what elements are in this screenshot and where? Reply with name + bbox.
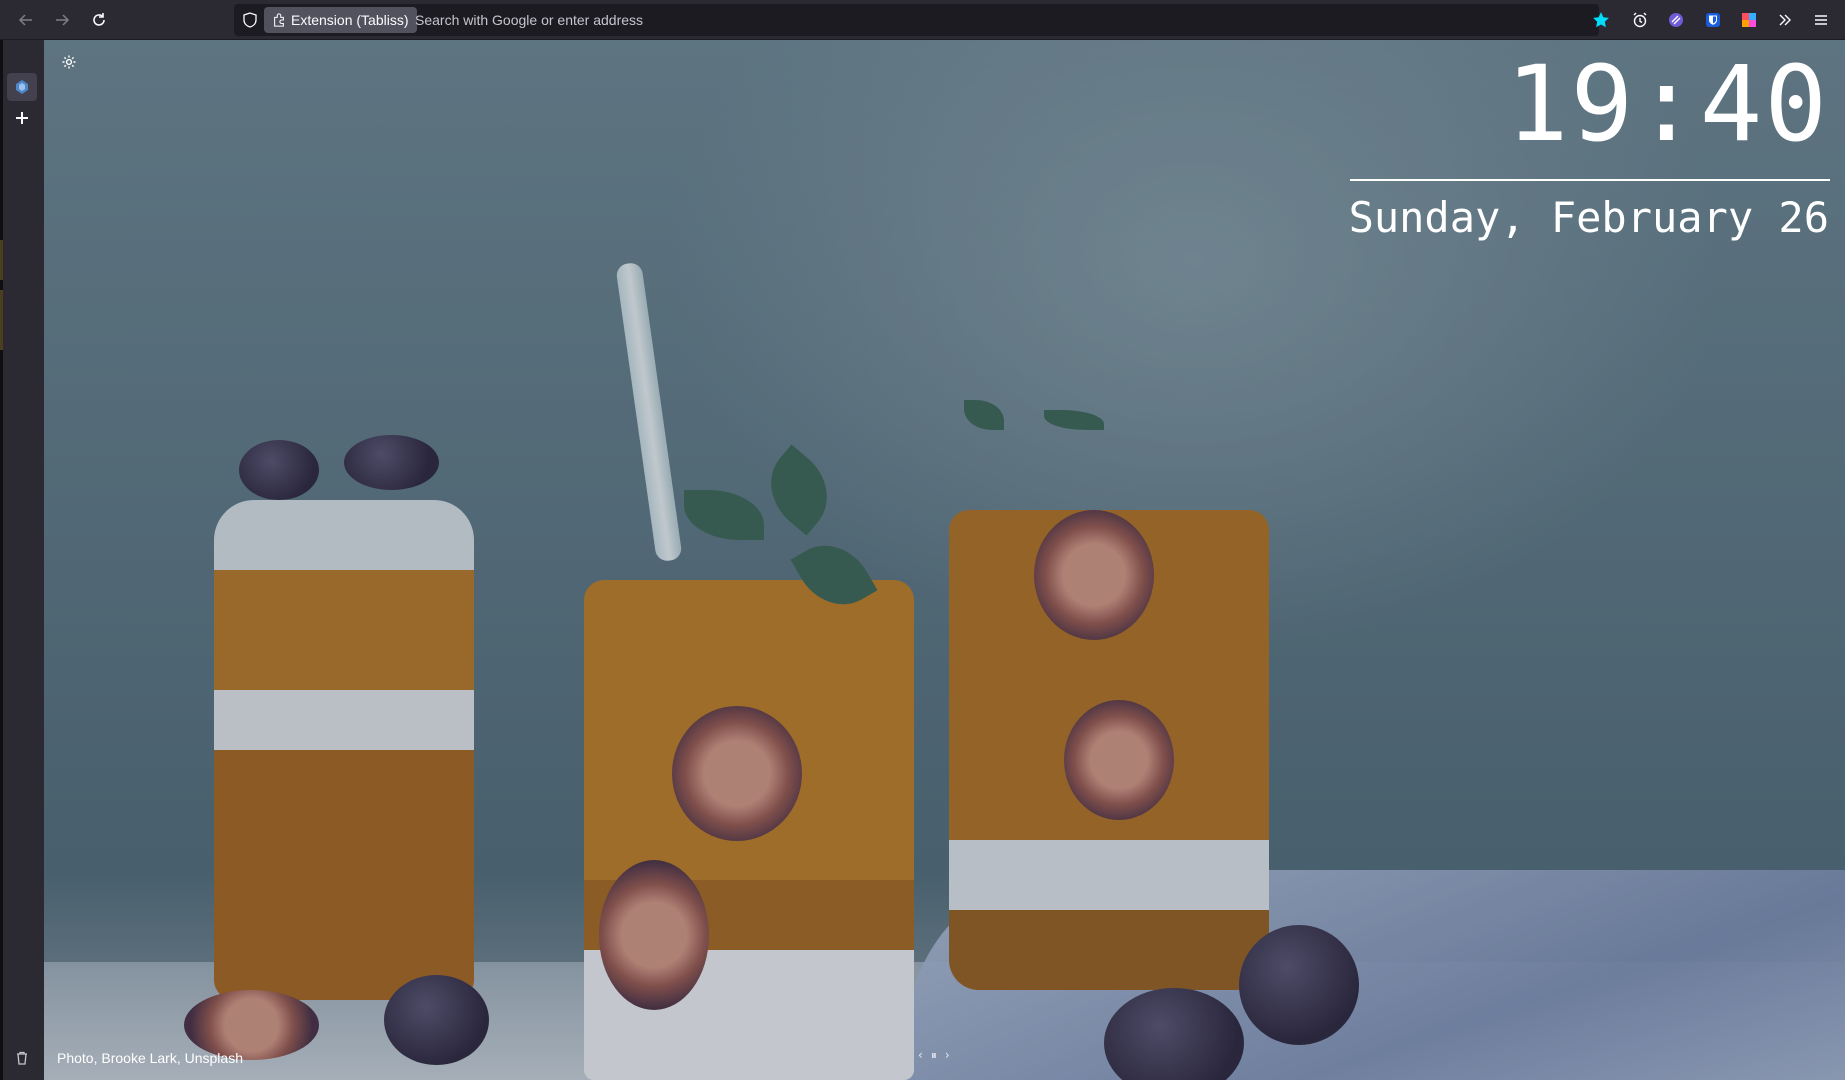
address-placeholder[interactable]: Search with Google or enter address (415, 12, 643, 28)
overflow-chevrons-icon (1779, 14, 1791, 26)
tabliss-settings-button[interactable] (61, 54, 77, 70)
window-edge (0, 40, 3, 1080)
address-bar[interactable]: Extension (Tabliss) Search with Google o… (234, 4, 1599, 36)
sidebar-new-tab-button[interactable] (7, 104, 37, 132)
bitwarden-button[interactable] (1701, 8, 1725, 32)
extension-identity-chip[interactable]: Extension (Tabliss) (264, 7, 417, 33)
alarm-extension-button[interactable] (1628, 8, 1652, 32)
arrow-left-icon (18, 14, 32, 26)
multi-account-containers-icon (1742, 13, 1756, 27)
back-button[interactable] (14, 8, 38, 32)
previous-photo-button[interactable]: ‹ (918, 1048, 923, 1063)
containers-button[interactable] (1737, 8, 1761, 32)
extension-chip-label: Extension (Tabliss) (291, 12, 409, 28)
alarm-clock-icon (1633, 12, 1647, 28)
pause-photo-button[interactable]: ⏸ (931, 1048, 937, 1063)
plus-icon (16, 112, 28, 124)
clock-widget: 19:40 (1505, 43, 1829, 165)
arrow-right-icon (56, 14, 70, 26)
clock-divider (1350, 179, 1830, 181)
date-widget: Sunday, February 26 (1348, 193, 1829, 242)
reload-button[interactable] (87, 8, 111, 32)
sidebar-trash-button[interactable] (7, 1044, 37, 1072)
gear-icon (62, 55, 76, 69)
app-menu-button[interactable] (1809, 8, 1833, 32)
overflow-button[interactable] (1773, 8, 1797, 32)
tabliss-icon (16, 80, 28, 94)
browser-toolbar: Extension (Tabliss) Search with Google o… (0, 0, 1845, 40)
star-icon (1593, 12, 1609, 28)
vertical-tabs-sidebar (0, 40, 45, 1080)
purple-extension-button[interactable] (1664, 8, 1688, 32)
forward-button[interactable] (50, 8, 74, 32)
reload-icon (93, 13, 105, 26)
hamburger-menu-icon (1815, 15, 1827, 25)
bookmark-star-button[interactable] (1589, 8, 1613, 32)
photo-navigation: ‹ ⏸ › (918, 1048, 950, 1063)
shield-icon[interactable] (242, 12, 258, 32)
trash-icon (17, 1051, 27, 1065)
sidebar-tab-tabliss[interactable] (7, 73, 37, 101)
extension-puzzle-icon (274, 13, 284, 27)
next-photo-button[interactable]: › (945, 1048, 950, 1063)
extension-purple-icon (1669, 13, 1683, 27)
photo-credit[interactable]: Photo, Brooke Lark, Unsplash (57, 1050, 243, 1066)
bitwarden-icon (1706, 13, 1720, 27)
